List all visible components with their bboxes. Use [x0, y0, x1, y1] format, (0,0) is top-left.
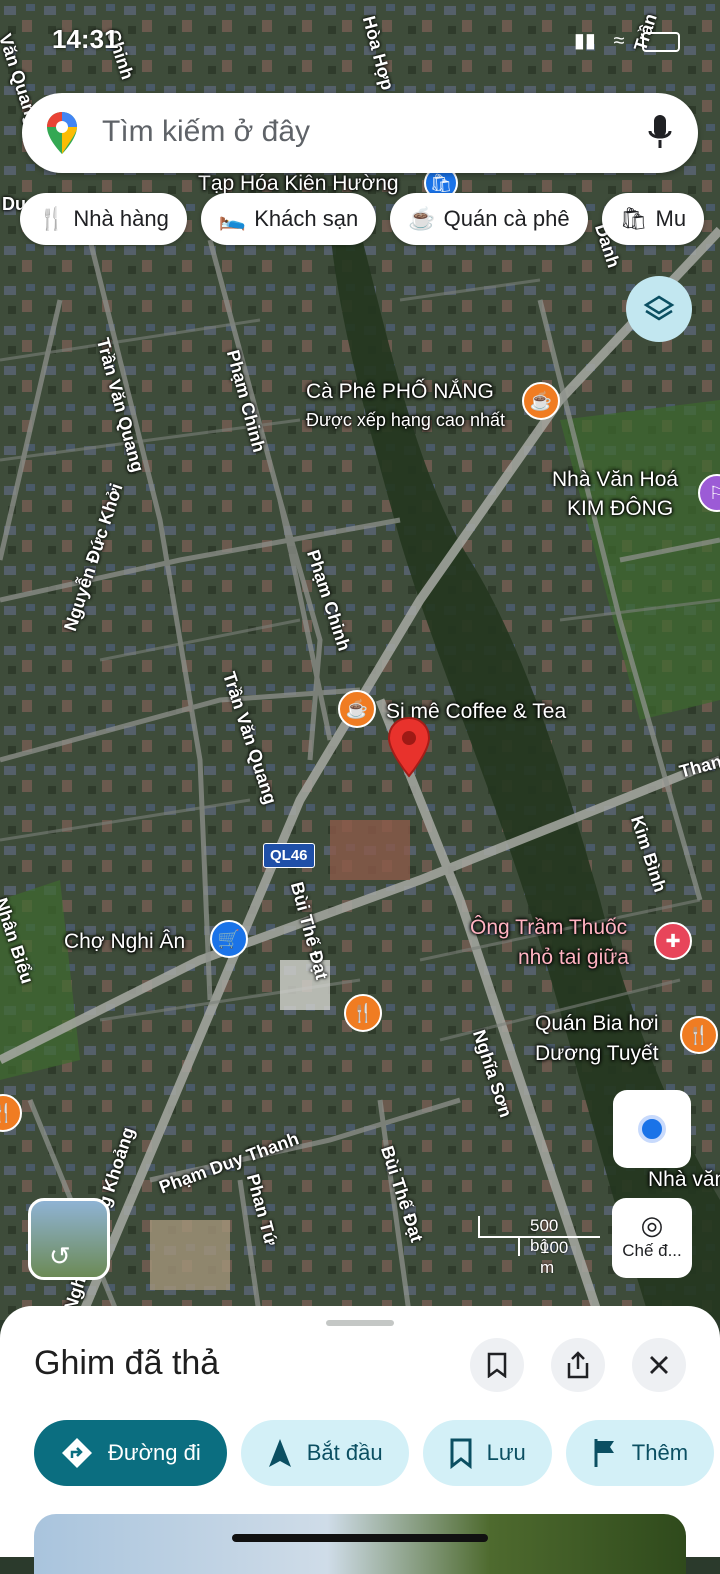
restaurant-icon[interactable]: 🍴 — [680, 1016, 718, 1054]
google-maps-pin-icon — [47, 112, 77, 154]
lens-mode-button[interactable]: ◎ Chế đ... — [612, 1198, 692, 1278]
close-button[interactable] — [632, 1338, 686, 1392]
category-chips: 🍴 Nhà hàng 🛌 Khách sạn ☕ Quán cà phê 🛍 M… — [20, 193, 705, 245]
search-bar[interactable]: Tìm kiếm ở đây — [22, 93, 698, 173]
more-label: Thêm — [631, 1440, 689, 1465]
more-button[interactable]: Thêm — [565, 1420, 715, 1486]
dropped-pin-icon[interactable] — [386, 716, 432, 778]
layers-icon — [643, 295, 675, 321]
shopping-bag-icon: 🛍 — [619, 206, 648, 231]
chip-shopping[interactable]: 🛍 Mu — [601, 193, 705, 245]
directions-label: Đường đi — [108, 1440, 201, 1465]
directions-button[interactable]: Đường đi — [34, 1420, 227, 1486]
battery-icon — [642, 31, 680, 52]
bookmark-icon — [487, 1352, 507, 1378]
place-label[interactable]: Ông Trầm Thuốc — [470, 916, 627, 940]
fork-knife-icon: 🍴 — [38, 206, 66, 231]
place-label[interactable]: Nhà Văn Hoá — [552, 468, 678, 492]
place-bottom-sheet[interactable]: Ghim đã thả Đường đi Bắt đầu Lưu Thêm — [0, 1306, 720, 1574]
share-button[interactable] — [551, 1338, 605, 1392]
location-dot-icon — [638, 1115, 666, 1143]
status-time: 14:31 — [52, 24, 119, 54]
chip-coffee[interactable]: ☕ Quán cà phê — [390, 193, 588, 245]
chip-label: Khách sạn — [254, 206, 359, 231]
signal-icon: ▮▮ — [573, 30, 596, 52]
layers-button[interactable] — [626, 276, 692, 342]
share-icon — [567, 1351, 589, 1379]
camera-lens-icon: ◎ — [640, 1210, 664, 1240]
shopping-cart-icon[interactable]: 🛒 — [210, 920, 248, 958]
chip-restaurants[interactable]: 🍴 Nhà hàng — [20, 193, 187, 245]
home-indicator — [232, 1534, 488, 1542]
sheet-title: Ghim đã thả — [34, 1344, 220, 1382]
place-label: Được xếp hạng cao nhất — [306, 410, 505, 430]
street-view-rotate-icon: ↺ — [49, 1241, 71, 1271]
directions-icon — [62, 1438, 92, 1468]
route-badge: QL46 — [263, 843, 315, 868]
lens-mode-label: Chế đ... — [622, 1241, 682, 1260]
place-label[interactable]: Chợ Nghi Ân — [64, 930, 185, 954]
restaurant-icon[interactable]: 🍴 — [344, 994, 382, 1032]
bed-icon: 🛌 — [218, 206, 247, 231]
chip-hotels[interactable]: 🛌 Khách sạn — [200, 193, 377, 245]
status-icons: ▮▮ ≈ — [574, 28, 680, 53]
place-label[interactable]: KIM ĐÔNG — [567, 497, 673, 521]
scale-meters: 100 m — [540, 1238, 569, 1277]
chip-label: Quán cà phê — [443, 206, 570, 231]
place-label[interactable]: Cà Phê PHỐ NẮNG — [306, 380, 494, 404]
start-label: Bắt đầu — [306, 1440, 383, 1465]
save-bookmark-button[interactable] — [470, 1338, 524, 1392]
medical-icon[interactable]: ✚ — [654, 922, 692, 960]
wifi-icon: ≈ — [613, 30, 625, 52]
chip-label: Mu — [655, 206, 687, 231]
save-label: Lưu — [486, 1440, 526, 1465]
place-photo[interactable] — [34, 1514, 686, 1574]
my-location-button[interactable] — [613, 1090, 691, 1168]
navigation-arrow-icon — [268, 1439, 291, 1467]
sheet-drag-handle[interactable] — [326, 1320, 394, 1326]
bookmark-icon — [450, 1438, 472, 1469]
search-input[interactable]: Tìm kiếm ở đây — [102, 115, 310, 149]
microphone-icon[interactable] — [648, 113, 672, 151]
chip-label: Nhà hàng — [73, 206, 169, 231]
start-button[interactable]: Bắt đầu — [240, 1420, 409, 1486]
action-buttons: Đường đi Bắt đầu Lưu Thêm — [34, 1420, 715, 1486]
close-icon — [650, 1356, 668, 1374]
place-label[interactable]: Dương Tuyết — [535, 1042, 659, 1066]
coffee-icon[interactable]: ☕ — [522, 382, 560, 420]
street-view-thumbnail[interactable]: ↺ — [28, 1198, 110, 1280]
coffee-icon: ☕ — [408, 206, 436, 231]
place-label[interactable]: Quán Bia hơi — [535, 1012, 659, 1036]
place-label[interactable]: Nhà văn — [648, 1168, 720, 1192]
flag-icon — [594, 1439, 614, 1467]
place-label[interactable]: nhỏ tai giữa — [518, 946, 629, 970]
coffee-icon[interactable]: ☕ — [338, 690, 376, 728]
save-button[interactable]: Lưu — [422, 1420, 552, 1486]
